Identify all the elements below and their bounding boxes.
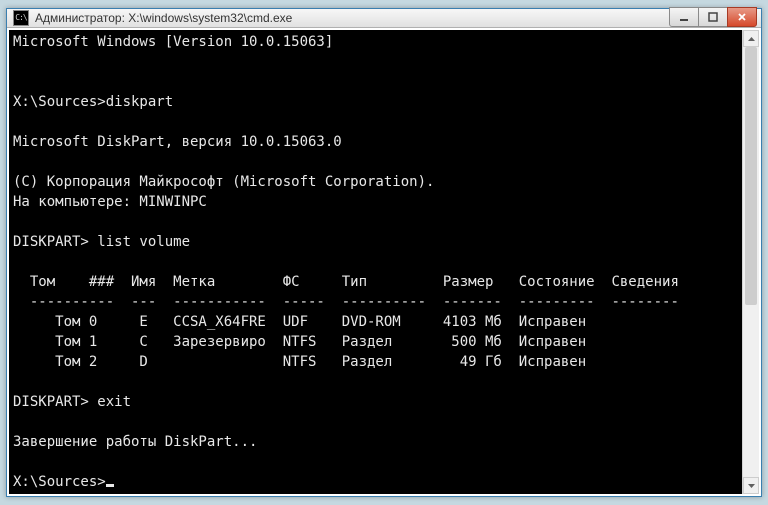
maximize-icon [708,12,718,22]
console-line: DISKPART> list volume [13,234,190,250]
console-line: Том 1 C Зарезервиро NTFS Раздел 500 Мб И… [13,334,586,350]
vertical-scrollbar[interactable] [742,30,759,494]
console-output[interactable]: Microsoft Windows [Version 10.0.15063] X… [9,30,742,494]
console-line: Microsoft Windows [Version 10.0.15063] [13,34,333,50]
minimize-icon [679,12,689,22]
console-line: DISKPART> exit [13,394,131,410]
console-line: X:\Sources>diskpart [13,94,173,110]
console-line: Том 0 E CCSA_X64FRE UDF DVD-ROM 4103 Мб … [13,314,586,330]
console-line: Том ### Имя Метка ФС Тип Размер Состояни… [13,274,679,290]
close-button[interactable] [727,7,757,27]
cursor [106,484,114,487]
cmd-sysicon-text: C:\ [15,14,26,22]
scroll-down-button[interactable] [743,477,759,494]
chevron-down-icon [748,484,755,488]
window-title: Администратор: X:\windows\system32\cmd.e… [35,11,670,25]
close-icon [737,12,747,22]
console-line: Том 2 D NTFS Раздел 49 Гб Исправен [13,354,586,370]
titlebar[interactable]: C:\ Администратор: X:\windows\system32\c… [7,9,761,28]
minimize-button[interactable] [669,7,699,27]
window-buttons [670,7,757,27]
console-prompt: X:\Sources> [13,474,106,490]
console-line: ---------- --- ----------- ----- -------… [13,294,679,310]
console-line: На компьютере: MINWINPC [13,194,207,210]
cmd-window: C:\ Администратор: X:\windows\system32\c… [6,8,762,497]
scroll-track[interactable] [743,47,759,477]
maximize-button[interactable] [698,7,728,27]
scroll-up-button[interactable] [743,30,759,47]
console-line: Microsoft DiskPart, версия 10.0.15063.0 [13,134,342,150]
console-line: Завершение работы DiskPart... [13,434,257,450]
scroll-thumb[interactable] [745,47,757,305]
console-area: Microsoft Windows [Version 10.0.15063] X… [7,28,761,496]
cmd-sysicon: C:\ [13,10,29,26]
chevron-up-icon [748,37,755,41]
console-line: (C) Корпорация Майкрософт (Microsoft Cor… [13,174,434,190]
